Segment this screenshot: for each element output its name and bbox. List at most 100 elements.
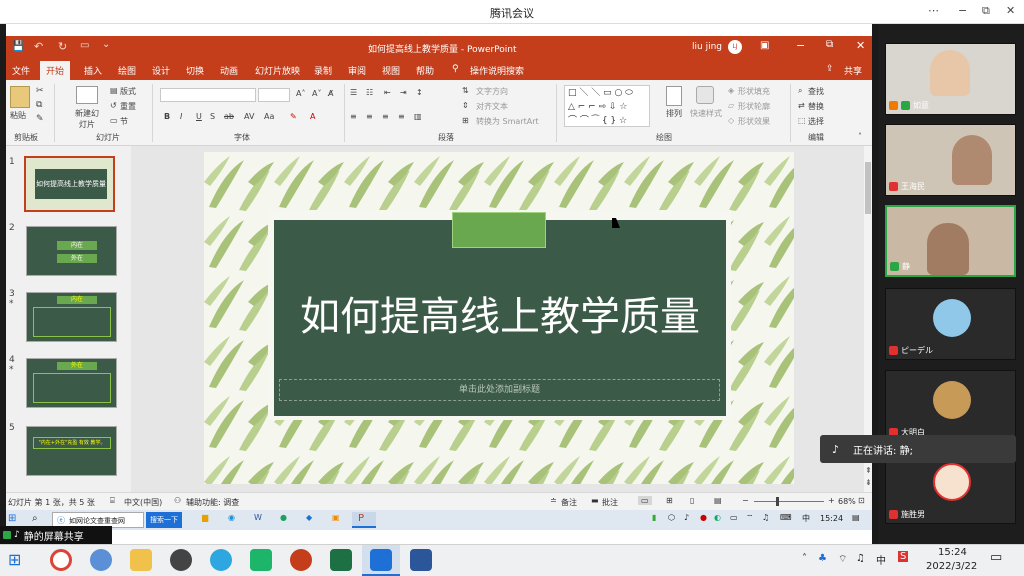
spellcheck-icon[interactable]: ⌸ xyxy=(110,496,115,506)
share-button[interactable]: 共享 xyxy=(844,64,862,77)
mic-tray-icon[interactable]: ♪ xyxy=(684,513,689,522)
restore-icon[interactable]: ⧉ xyxy=(982,4,990,18)
slide-title[interactable]: 如何提高线上教学质量 xyxy=(274,284,726,342)
windows-start-icon[interactable]: ⊞ xyxy=(8,550,21,569)
shape-fill-icon[interactable]: ◈ xyxy=(728,86,734,95)
search-button[interactable]: 搜索一下 xyxy=(146,512,182,528)
format-painter-icon[interactable]: ✎ xyxy=(36,114,44,124)
minimize-icon[interactable]: − xyxy=(958,4,967,17)
notes-icon[interactable]: ≐ xyxy=(550,496,557,505)
current-slide[interactable]: 如何提高线上教学质量 单击此处添加副标题 xyxy=(204,152,794,484)
find-button[interactable]: 查找 xyxy=(808,86,824,97)
columns-icon[interactable]: ▥ xyxy=(414,112,422,121)
shape-fill-button[interactable]: 形状填充 xyxy=(738,86,770,97)
wechat-icon[interactable]: ● xyxy=(280,513,287,522)
font-size-select[interactable] xyxy=(258,88,290,102)
close-icon[interactable]: ✕ xyxy=(856,39,865,52)
present-icon[interactable]: ▭ xyxy=(80,40,89,51)
shape-outline-icon[interactable]: ▱ xyxy=(728,101,734,110)
shrink-font-icon[interactable]: A˅ xyxy=(312,89,321,98)
close-icon[interactable]: ✕ xyxy=(1006,4,1015,17)
bold-icon[interactable]: B xyxy=(164,112,170,121)
copy-icon[interactable]: ⧉ xyxy=(36,100,42,110)
slide-thumbnail-5[interactable]: "内在+外在"充盈 有效 教学。 xyxy=(26,426,117,476)
video-tile-3[interactable]: 静 xyxy=(885,205,1016,277)
shape-effect-icon[interactable]: ◇ xyxy=(728,116,734,125)
slide-sorter-icon[interactable]: ⊞ xyxy=(666,496,673,505)
excel-icon[interactable] xyxy=(330,549,352,571)
tray-icon[interactable]: ▮ xyxy=(652,513,656,522)
tab-help[interactable]: 帮助 xyxy=(416,64,434,77)
app-icon[interactable] xyxy=(170,549,192,571)
slide-thumbnail-2[interactable]: 内在 外在 xyxy=(26,226,117,276)
subtitle-placeholder[interactable]: 单击此处添加副标题 xyxy=(279,379,720,401)
zoom-in-icon[interactable]: + xyxy=(828,496,835,505)
italic-icon[interactable]: I xyxy=(180,112,182,121)
customize-qat-icon[interactable]: ⌄ xyxy=(102,39,110,50)
tell-me-search[interactable]: 操作说明搜索 xyxy=(470,64,524,77)
slide-thumbnail-3[interactable]: 内在 xyxy=(26,292,117,342)
minimize-icon[interactable]: − xyxy=(796,39,805,52)
app-icon[interactable]: ◆ xyxy=(306,513,312,522)
tab-transitions[interactable]: 切换 xyxy=(186,64,204,77)
align-center-icon[interactable]: ≡ xyxy=(366,112,373,121)
align-text-button[interactable]: 对齐文本 xyxy=(476,101,508,112)
cut-icon[interactable]: ✂ xyxy=(36,86,44,96)
slideshow-icon[interactable]: ▤ xyxy=(714,496,722,505)
save-icon[interactable]: 💾 xyxy=(12,41,24,52)
user-name[interactable]: liu jing xyxy=(692,42,722,52)
next-slide-icon[interactable]: ⇟ xyxy=(865,478,872,487)
tab-insert[interactable]: 插入 xyxy=(84,64,102,77)
new-slide-button[interactable]: 新建幻灯片 xyxy=(72,108,102,130)
tab-file[interactable]: 文件 xyxy=(12,64,30,77)
bullets-icon[interactable]: ☰ xyxy=(350,88,357,97)
strikethrough-icon[interactable]: ab xyxy=(224,112,234,121)
change-case-icon[interactable]: Aa xyxy=(264,112,274,121)
app-icon[interactable] xyxy=(210,549,232,571)
numbering-icon[interactable]: ☷ xyxy=(366,88,373,97)
sogou-icon[interactable]: S xyxy=(898,551,909,562)
normal-view-icon[interactable]: ▭ xyxy=(638,496,652,505)
find-icon[interactable]: ⌕ xyxy=(798,86,802,96)
text-direction-icon[interactable]: ⇅ xyxy=(462,86,469,95)
paste-icon[interactable] xyxy=(10,86,30,108)
wifi-icon[interactable]: ⌔ xyxy=(746,513,754,523)
file-explorer-icon[interactable]: ▆ xyxy=(202,513,208,522)
ribbon-display-icon[interactable]: ▣ xyxy=(760,40,769,51)
slide-thumbnail-4[interactable]: 外在 xyxy=(26,358,117,408)
tray-expand-icon[interactable]: ˄ xyxy=(802,553,807,564)
justify-icon[interactable]: ≡ xyxy=(398,112,405,121)
zoom-out-icon[interactable]: − xyxy=(742,496,749,505)
align-text-icon[interactable]: ⇕ xyxy=(462,101,469,110)
reset-icon[interactable]: ↺ xyxy=(110,101,117,110)
zoom-slider-handle[interactable] xyxy=(776,497,779,506)
share-icon[interactable]: ⇪ xyxy=(826,64,834,74)
smartart-button[interactable]: 转换为 SmartArt xyxy=(476,116,539,127)
undo-icon[interactable]: ↶ xyxy=(34,40,43,53)
app-icon[interactable]: ▣ xyxy=(332,513,340,522)
screen-share-indicator[interactable]: ♪ 静的屏幕共享 xyxy=(0,526,112,544)
increase-indent-icon[interactable]: ⇥ xyxy=(400,88,407,97)
clear-format-icon[interactable]: A̸ xyxy=(328,89,333,98)
word-icon[interactable]: W xyxy=(254,513,262,522)
section-button[interactable]: 节 xyxy=(120,116,128,127)
tab-review[interactable]: 审阅 xyxy=(348,64,366,77)
shadow-icon[interactable]: S xyxy=(210,112,215,121)
select-icon[interactable]: ⬚ xyxy=(798,116,806,125)
volume-icon[interactable]: ♫ xyxy=(856,553,865,564)
video-tile-4[interactable]: ピーデル xyxy=(885,288,1016,360)
file-explorer-icon[interactable] xyxy=(130,549,152,571)
browser-icon[interactable] xyxy=(90,549,112,571)
accessibility-status[interactable]: 辅助功能: 调查 xyxy=(186,497,239,508)
replace-button[interactable]: 替换 xyxy=(808,101,824,112)
prev-slide-icon[interactable]: ⇞ xyxy=(865,466,872,475)
powerpoint-taskbar-button[interactable]: P xyxy=(352,512,376,528)
collapse-ribbon-icon[interactable]: ˄ xyxy=(858,132,862,141)
more-icon[interactable]: ⋯ xyxy=(928,4,939,17)
video-tile-1[interactable]: 如意 xyxy=(885,43,1016,115)
search-icon[interactable]: ⌕ xyxy=(32,513,38,524)
text-direction-button[interactable]: 文字方向 xyxy=(476,86,508,97)
underline-icon[interactable]: U xyxy=(196,112,202,121)
redo-icon[interactable]: ↻ xyxy=(58,40,67,53)
video-tile-2[interactable]: 王海民 xyxy=(885,124,1016,196)
